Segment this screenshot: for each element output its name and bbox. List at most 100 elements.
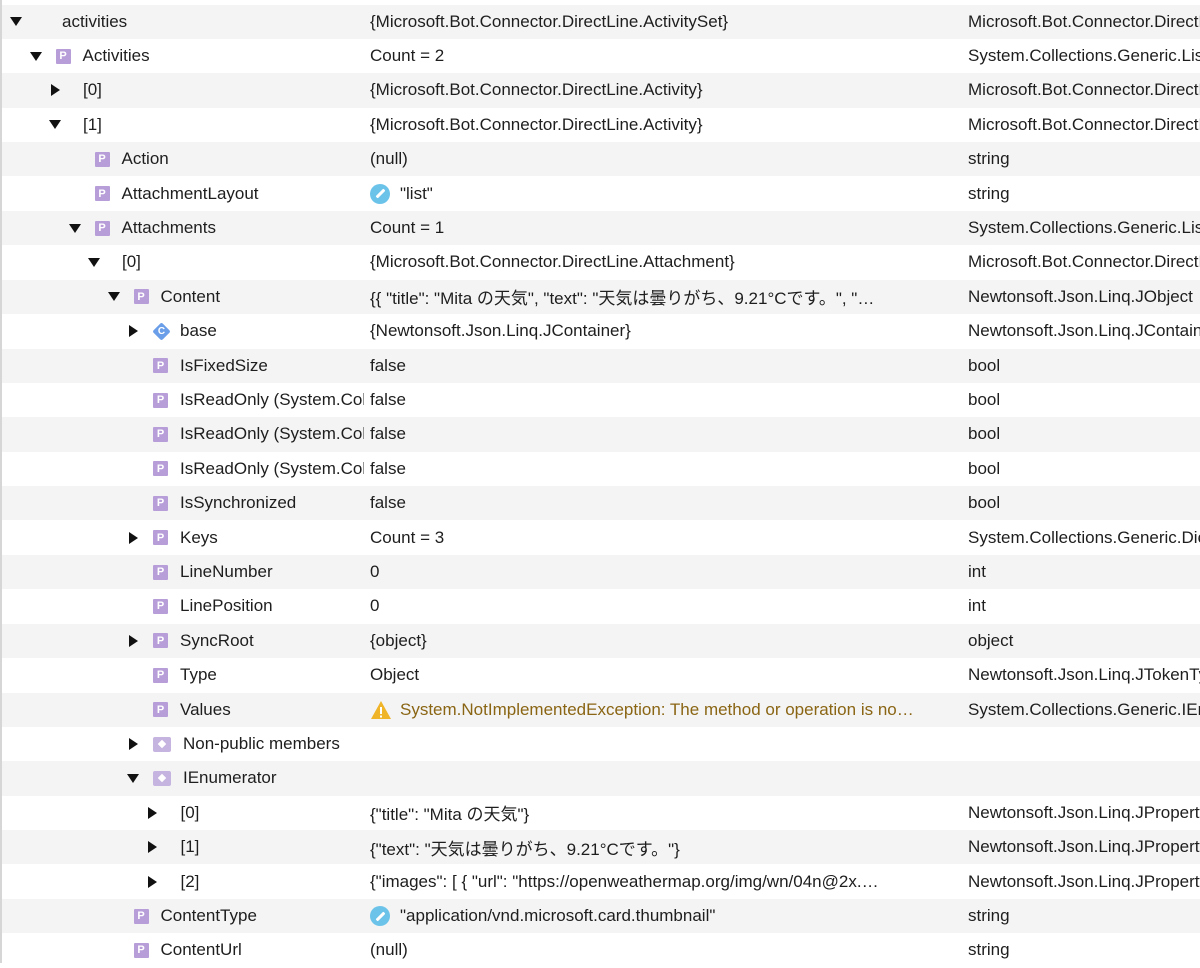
edit-pencil-icon[interactable]	[370, 906, 390, 927]
collapse-arrow-icon[interactable]	[10, 16, 22, 28]
edit-pencil-icon[interactable]	[370, 183, 390, 204]
tree-row[interactable]: P LineNumber 0 int	[2, 554, 1200, 590]
name-cell: Cbase	[2, 314, 364, 348]
tree-row[interactable]: P Keys Count = 3 System.Collections.Generic…	[2, 521, 1200, 555]
tree-row[interactable]: P Content {{ "title": "Mita の天気", "text": …	[2, 279, 1200, 315]
variable-type: Newtonsoft.Json.Linq.JProperty	[968, 802, 1200, 822]
variable-value: 0	[370, 562, 380, 582]
name-cell: [0]	[2, 796, 364, 830]
value-cell: false	[370, 349, 954, 383]
expand-arrow-icon[interactable]	[127, 531, 139, 544]
no-toggle	[127, 600, 139, 612]
variable-type: System.Collections.Generic.List	[968, 218, 1200, 238]
property-icon: P	[55, 48, 71, 64]
expand-arrow-icon[interactable]	[147, 875, 159, 888]
variable-name: AttachmentLayout	[121, 183, 259, 203]
name-cell: P Attachments	[2, 211, 364, 245]
variable-type: Microsoft.Bot.Connector.DirectLine.Attac…	[968, 252, 1200, 272]
tree-row[interactable]: [1] {Microsoft.Bot.Connector.DirectLine.A…	[2, 108, 1200, 142]
value-cell: false	[370, 486, 954, 520]
expand-arrow-icon[interactable]	[127, 634, 139, 647]
property-icon: P	[153, 358, 168, 374]
expand-arrow-icon[interactable]	[127, 738, 139, 751]
variable-value: false	[370, 390, 406, 410]
type-cell: System.Collections.Generic.List	[968, 39, 1200, 73]
variable-value: 0	[370, 596, 380, 616]
tree-row[interactable]: P IsReadOnly (System.Collections.Generic.…	[2, 417, 1200, 452]
collapse-arrow-icon[interactable]	[88, 256, 100, 268]
variable-name: [2]	[180, 871, 200, 891]
tree-row[interactable]: P Attachments Count = 1 System.Collections.…	[2, 210, 1200, 246]
value-cell: {{ "title": "Mita の天気", "text": "天気は曇りがち…	[370, 280, 954, 314]
name-cell: P Content	[2, 280, 364, 314]
variable-name: ContentUrl	[160, 940, 242, 960]
type-cell: Newtonsoft.Json.Linq.JTokenType	[968, 658, 1200, 692]
tree-row[interactable]: P IsSynchronized false bool	[2, 486, 1200, 521]
value-cell: "application/vnd.microsoft.card.thumbnai…	[370, 899, 954, 933]
variable-name: LinePosition	[180, 596, 273, 616]
expand-arrow-icon[interactable]	[147, 806, 159, 819]
value-cell: (null)	[370, 142, 954, 176]
variable-value: Count = 2	[370, 46, 445, 66]
tree-row[interactable]: [0] {Microsoft.Bot.Connector.DirectLine.A…	[2, 245, 1200, 279]
variable-type: bool	[968, 390, 1001, 410]
no-toggle	[127, 360, 139, 372]
type-cell: bool	[968, 452, 1200, 486]
no-toggle	[127, 669, 139, 681]
tree-row[interactable]: IEnumerator	[2, 761, 1200, 796]
tree-row[interactable]: [2] {"images": [ { "url": "https://openwe…	[2, 865, 1200, 899]
expand-arrow-icon[interactable]	[147, 841, 159, 854]
variable-type: bool	[968, 493, 1001, 513]
name-cell: P SyncRoot	[2, 624, 364, 658]
variable-type: Newtonsoft.Json.Linq.JProperty	[968, 837, 1200, 857]
no-toggle	[127, 428, 139, 440]
tree-row[interactable]: [1] {"text": "天気は曇りがち、9.21°Cです。"} Newtonso…	[2, 830, 1200, 865]
variable-name: Activities	[82, 46, 150, 66]
tree-row[interactable]: P IsReadOnly (System.Collections.IList) fa…	[2, 383, 1200, 417]
no-toggle	[127, 394, 139, 406]
tree-row[interactable]: P Values System.NotImplementedException: T…	[2, 692, 1200, 727]
tree-row[interactable]: P IsReadOnly (System.Collections.Generic.…	[2, 452, 1200, 486]
tree-row[interactable]: activities {Microsoft.Bot.Connector.Direc…	[2, 4, 1200, 39]
name-cell: [1]	[2, 108, 364, 142]
type-cell: Microsoft.Bot.Connector.DirectLine.Activ…	[968, 73, 1200, 107]
type-cell: bool	[968, 417, 1200, 451]
name-cell: P AttachmentLayout	[2, 177, 364, 211]
expand-arrow-icon[interactable]	[127, 325, 139, 338]
variable-name: Attachments	[121, 218, 217, 238]
tree-row[interactable]: P Type Object Newtonsoft.Json.Linq.JTokenTy…	[2, 658, 1200, 692]
tree-row[interactable]: P AttachmentLayout "list" string	[2, 177, 1200, 211]
collapse-arrow-icon[interactable]	[49, 119, 61, 131]
tree-row[interactable]: P ContentType "application/vnd.microsoft.c…	[2, 898, 1200, 934]
property-icon: P	[94, 220, 110, 236]
type-cell: Newtonsoft.Json.Linq.JContainer	[968, 314, 1200, 348]
collapse-arrow-icon[interactable]	[127, 772, 139, 784]
property-icon: P	[153, 598, 168, 614]
value-cell: {Newtonsoft.Json.Linq.JContainer}	[370, 314, 954, 348]
tree-row[interactable]: [0] {"title": "Mita の天気"} Newtonsoft.Json.…	[2, 796, 1200, 830]
variable-value: {"text": "天気は曇りがち、9.21°Cです。"}	[370, 839, 680, 859]
variable-name: Action	[121, 149, 169, 169]
tree-row[interactable]: Cbase {Newtonsoft.Json.Linq.JContainer} Ne…	[2, 314, 1200, 348]
tree-row[interactable]: P IsFixedSize false bool	[2, 348, 1200, 383]
value-cell: {"title": "Mita の天気"}	[370, 796, 954, 830]
value-cell: System.NotImplementedException: The meth…	[370, 693, 954, 727]
value-cell: Count = 2	[370, 39, 954, 73]
tree-row[interactable]: P Activities Count = 2 System.Collections.G…	[2, 39, 1200, 73]
tree-row[interactable]: Non-public members	[2, 727, 1200, 761]
tree-row[interactable]: P LinePosition 0 int	[2, 589, 1200, 623]
property-icon: P	[94, 186, 110, 202]
expand-arrow-icon[interactable]	[49, 84, 61, 97]
tree-row[interactable]: [0] {Microsoft.Bot.Connector.DirectLine.A…	[2, 73, 1200, 108]
collapse-arrow-icon[interactable]	[107, 291, 120, 303]
property-icon: P	[153, 633, 168, 649]
tree-row[interactable]: P SyncRoot {object} object	[2, 623, 1200, 659]
variable-name: SyncRoot	[180, 630, 254, 650]
variable-value: (null)	[370, 149, 408, 169]
tree-row[interactable]: P Action (null) string	[2, 142, 1200, 177]
variable-type: object	[968, 630, 1014, 650]
collapse-arrow-icon[interactable]	[29, 50, 42, 62]
no-toggle	[127, 497, 139, 509]
collapse-arrow-icon[interactable]	[68, 222, 81, 234]
value-cell: {"text": "天気は曇りがち、9.21°Cです。"}	[370, 830, 954, 864]
